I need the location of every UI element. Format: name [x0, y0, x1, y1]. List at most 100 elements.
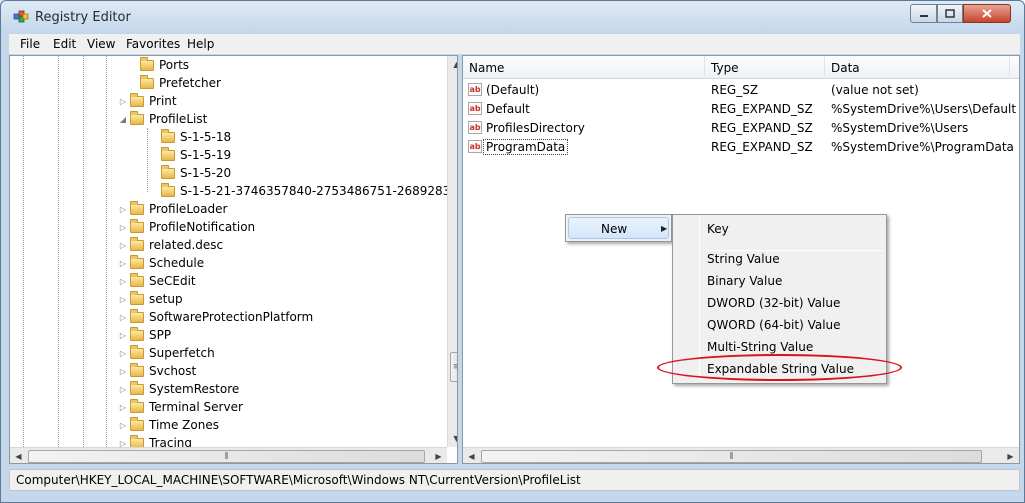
scroll-left-arrow-icon[interactable]: ◀ [463, 448, 480, 463]
registry-tree-pane[interactable]: Ports Prefetcher ▷ Print ◢ ProfileList S-1-5-1… [9, 55, 458, 464]
expand-arrow-icon[interactable]: ▷ [118, 421, 128, 430]
submenu-item-key[interactable]: Key [707, 222, 729, 236]
submenu-item-expandable-string-value[interactable]: Expandable String Value [707, 362, 854, 376]
tree-node-label: Ports [159, 58, 190, 72]
expand-arrow-icon[interactable]: ▷ [118, 331, 128, 340]
maximize-button[interactable] [937, 4, 963, 23]
context-menu-new[interactable]: New ▶ [568, 217, 669, 239]
expand-arrow-icon[interactable]: ◢ [118, 115, 128, 124]
context-menu: New ▶ [565, 214, 672, 242]
tree-node[interactable]: Prefetcher [128, 74, 221, 92]
title-bar[interactable]: Registry Editor [1, 1, 1024, 34]
expand-arrow-icon[interactable]: ▷ [118, 367, 128, 376]
tree-node[interactable]: ▷ Superfetch [118, 344, 215, 362]
column-divider[interactable] [704, 56, 705, 79]
expand-arrow-icon[interactable]: ▷ [118, 259, 128, 268]
tree-vertical-scroll-thumb[interactable]: ≡ [450, 352, 457, 382]
close-button[interactable] [963, 4, 1011, 23]
expand-arrow-icon[interactable]: ▷ [118, 295, 128, 304]
new-submenu: Key String Value Binary Value DWORD (32-… [672, 214, 887, 384]
tree-node-label: SystemRestore [149, 382, 240, 396]
expand-arrow-icon[interactable]: ▷ [118, 241, 128, 250]
tree-node[interactable]: ▷ related.desc [118, 236, 223, 254]
tree-node[interactable]: ▷ SoftwareProtectionPlatform [118, 308, 313, 326]
scroll-right-arrow-icon[interactable]: ▶ [430, 448, 447, 463]
values-horizontal-scrollbar[interactable]: ◀ ⦀ ▶ [463, 447, 1019, 463]
minimize-button[interactable] [910, 4, 937, 23]
folder-icon [130, 218, 144, 233]
tree-node-label: S-1-5-18 [180, 130, 232, 144]
tree-node[interactable]: ▷ setup [118, 290, 183, 308]
folder-icon [130, 254, 144, 269]
tree-node[interactable]: ▷ Terminal Server [118, 398, 243, 416]
column-header-data[interactable]: Data [831, 61, 860, 75]
value-row[interactable]: ab (Default) REG_SZ (value not set) [463, 81, 1019, 100]
folder-icon [130, 200, 144, 215]
expand-arrow-icon[interactable]: ▷ [118, 349, 128, 358]
tree-node[interactable]: S-1-5-18 [149, 128, 231, 146]
string-value-icon: ab [468, 140, 482, 153]
tree-guide-line [106, 56, 107, 447]
tree-node-label: ProfileList [149, 112, 208, 126]
scroll-right-arrow-icon[interactable]: ▶ [1002, 448, 1019, 463]
tree-node[interactable]: ▷ Print [118, 92, 177, 110]
tree-node-label: Schedule [149, 256, 205, 270]
menu-help[interactable]: Help [187, 37, 214, 51]
tree-node-label: S-1-5-21-3746357840-2753486751-268928306… [180, 184, 457, 198]
tree-node[interactable]: ◢ ProfileList [118, 110, 207, 128]
tree-guide-line [58, 56, 59, 447]
column-header-name[interactable]: Name [469, 61, 504, 75]
menu-view[interactable]: View [87, 37, 115, 51]
tree-node[interactable]: Ports [128, 56, 189, 74]
string-value-icon: ab [468, 121, 482, 134]
expand-arrow-icon[interactable]: ▷ [118, 313, 128, 322]
value-row[interactable]: ab ProgramData REG_EXPAND_SZ %SystemDriv… [463, 138, 1019, 157]
status-path: Computer\HKEY_LOCAL_MACHINE\SOFTWARE\Mic… [16, 473, 581, 487]
column-divider[interactable] [1009, 56, 1010, 79]
expand-arrow-icon[interactable]: ▷ [118, 97, 128, 106]
tree-node[interactable]: ▷ Svchost [118, 362, 196, 380]
menu-file[interactable]: File [20, 37, 40, 51]
tree-node-label: SeCEdit [149, 274, 196, 288]
scroll-up-arrow-icon[interactable]: ▲ [448, 56, 457, 73]
tree-node-label: setup [149, 292, 183, 306]
expand-arrow-icon[interactable]: ▷ [118, 385, 128, 394]
menu-edit[interactable]: Edit [53, 37, 76, 51]
folder-icon [130, 308, 144, 323]
tree-node[interactable]: ▷ SeCEdit [118, 272, 196, 290]
expand-arrow-icon[interactable]: ▷ [118, 403, 128, 412]
tree-node[interactable]: ▷ ProfileLoader [118, 200, 227, 218]
tree-node[interactable]: ▷ Time Zones [118, 416, 219, 434]
expand-arrow-icon[interactable]: ▷ [118, 277, 128, 286]
submenu-item-multi-string-value[interactable]: Multi-String Value [707, 340, 813, 354]
value-row[interactable]: ab ProfilesDirectory REG_EXPAND_SZ %Syst… [463, 119, 1019, 138]
tree-node[interactable]: ▷ SystemRestore [118, 380, 239, 398]
tree-node[interactable]: ▷ ProfileNotification [118, 218, 255, 236]
tree-horizontal-scrollbar[interactable]: ◀ ⦀ ▶ [10, 447, 447, 463]
folder-icon [130, 290, 144, 305]
tree-node-label: Prefetcher [159, 76, 221, 90]
tree-node[interactable]: ▷ SPP [118, 326, 171, 344]
tree-node[interactable]: S-1-5-19 [149, 146, 231, 164]
expand-arrow-icon[interactable]: ▷ [118, 205, 128, 214]
column-divider[interactable] [824, 56, 825, 79]
tree-node[interactable]: S-1-5-20 [149, 164, 231, 182]
tree-node[interactable]: S-1-5-21-3746357840-2753486751-268928306… [149, 182, 457, 200]
value-row[interactable]: ab Default REG_EXPAND_SZ %SystemDrive%\U… [463, 100, 1019, 119]
scroll-left-arrow-icon[interactable]: ◀ [10, 448, 27, 463]
submenu-item-dword-value[interactable]: DWORD (32-bit) Value [707, 296, 840, 310]
tree-node[interactable]: ▷ Schedule [118, 254, 204, 272]
values-horizontal-scroll-thumb[interactable]: ⦀ [481, 450, 982, 463]
tree-horizontal-scroll-thumb[interactable]: ⦀ [28, 450, 425, 463]
value-type: REG_EXPAND_SZ [711, 121, 813, 135]
scroll-down-arrow-icon[interactable]: ▼ [448, 430, 457, 447]
submenu-item-string-value[interactable]: String Value [707, 252, 780, 266]
menu-favorites[interactable]: Favorites [126, 37, 180, 51]
submenu-item-binary-value[interactable]: Binary Value [707, 274, 782, 288]
tree-vertical-scrollbar[interactable]: ▲ ≡ ▼ [447, 56, 457, 447]
tree-node-label: S-1-5-20 [180, 166, 232, 180]
expand-arrow-icon[interactable]: ▷ [118, 223, 128, 232]
submenu-item-qword-value[interactable]: QWORD (64-bit) Value [707, 318, 841, 332]
tree-node-label: Time Zones [149, 418, 219, 432]
column-header-type[interactable]: Type [711, 61, 739, 75]
